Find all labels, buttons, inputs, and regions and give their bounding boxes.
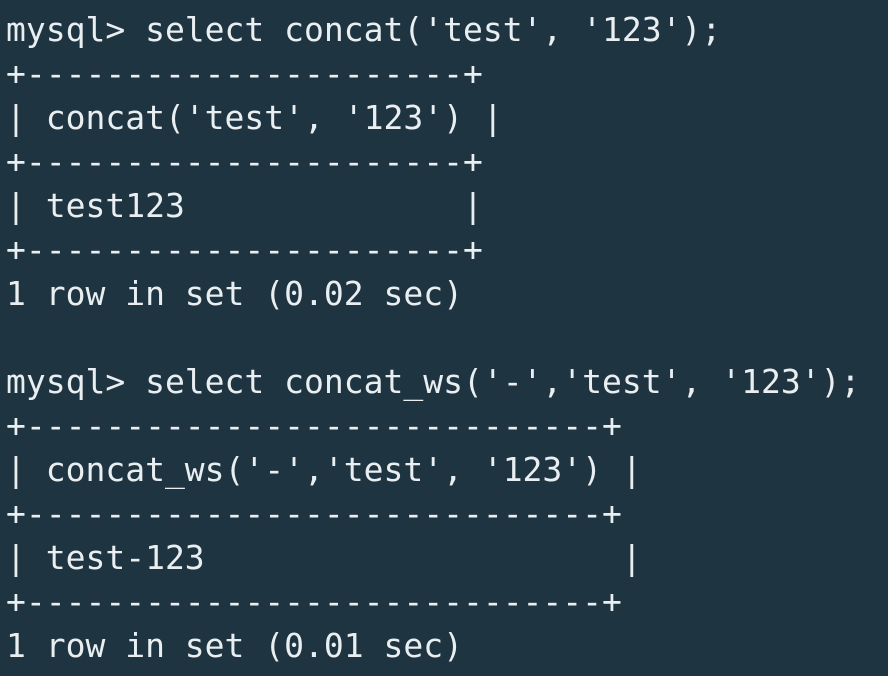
table-border-top-2: +-----------------------------+	[6, 406, 622, 445]
table-border-mid-1: +----------------------+	[6, 142, 483, 181]
table-border-bottom-1: +----------------------+	[6, 230, 483, 269]
table-header-2: | concat_ws('-','test', '123') |	[6, 450, 642, 489]
table-row-2: | test-123 |	[6, 538, 642, 577]
table-border-bottom-2: +-----------------------------+	[6, 582, 622, 621]
result-summary-2: 1 row in set (0.01 sec)	[6, 626, 463, 665]
result-summary-1: 1 row in set (0.02 sec)	[6, 274, 463, 313]
table-border-mid-2: +-----------------------------+	[6, 494, 622, 533]
prompt-line-2: mysql> select concat_ws('-','test', '123…	[6, 362, 861, 401]
terminal-window[interactable]: mysql> select concat('test', '123'); +--…	[0, 0, 888, 676]
table-row-1: | test123 |	[6, 186, 483, 225]
table-border-top-1: +----------------------+	[6, 54, 483, 93]
prompt-line-1: mysql> select concat('test', '123');	[6, 10, 722, 49]
table-header-1: | concat('test', '123') |	[6, 98, 503, 137]
